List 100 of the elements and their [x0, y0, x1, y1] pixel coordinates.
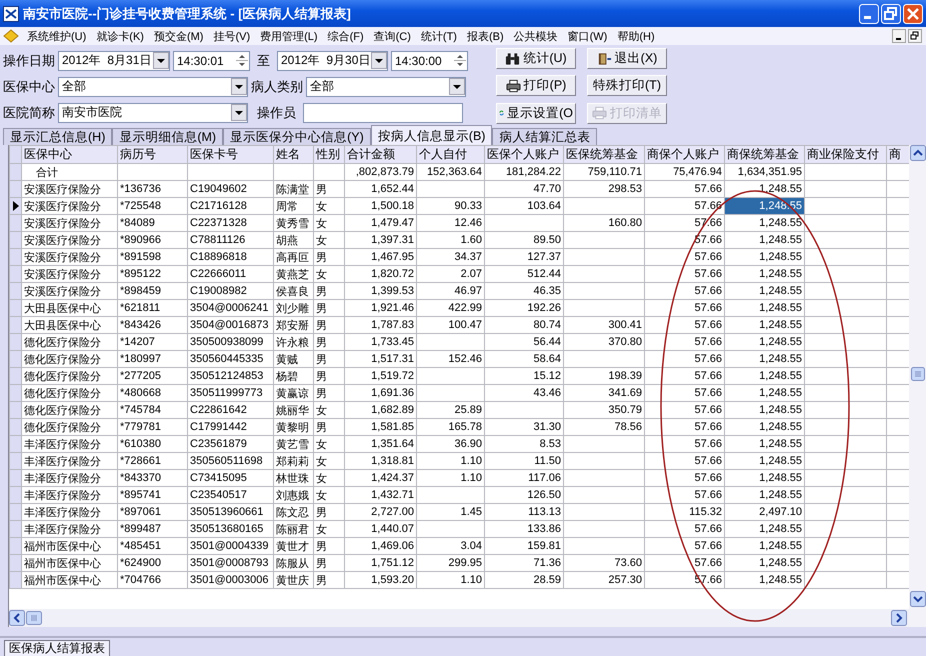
- scrollbar-thumb[interactable]: [26, 611, 42, 625]
- column-header[interactable]: 性别: [314, 146, 344, 164]
- menu-item[interactable]: 费用管理(L): [255, 28, 323, 44]
- table-cell: 1,921.46: [344, 300, 416, 316]
- table-cell: 57.66: [644, 554, 724, 572]
- spinner-icon[interactable]: [453, 52, 467, 69]
- restore-button[interactable]: [908, 29, 922, 43]
- table-cell: 陈服从: [274, 554, 314, 572]
- minimize-button[interactable]: [892, 29, 906, 43]
- date-picker[interactable]: 2012年 9月30日: [277, 50, 388, 70]
- input-field[interactable]: [303, 102, 463, 122]
- table-cell: 男: [314, 368, 344, 384]
- table-cell: 1,517.31: [344, 350, 416, 368]
- table-cell: 1,733.45: [344, 334, 416, 350]
- table-cell: 57.66: [644, 232, 724, 248]
- menu-item[interactable]: 系统维护(U): [22, 28, 92, 44]
- menu-item[interactable]: 公共模块: [508, 28, 563, 44]
- toolbar-button[interactable]: 打印(P): [496, 75, 576, 96]
- table-cell: 男: [314, 418, 344, 436]
- table-cell: *895122: [118, 266, 188, 282]
- field-label: 操作员: [257, 104, 296, 122]
- table-cell: *779781: [118, 418, 188, 436]
- column-header[interactable]: 合计金额: [344, 146, 416, 164]
- table-cell: 257.30: [564, 572, 644, 588]
- tab[interactable]: 病人结算汇总表: [492, 128, 598, 145]
- column-header[interactable]: 医保中心: [22, 146, 118, 164]
- menu-item[interactable]: 就诊卡(K): [91, 28, 149, 44]
- spinner-icon[interactable]: [235, 52, 249, 69]
- table-cell: 1,248.55: [724, 436, 804, 452]
- table-cell: 57.66: [644, 418, 724, 436]
- column-header[interactable]: 病历号: [118, 146, 188, 164]
- table-cell: C21716128: [188, 198, 274, 214]
- dropdown-field[interactable]: 全部: [58, 76, 248, 96]
- table-cell: 100.47: [416, 316, 484, 334]
- toolbar-button[interactable]: 显示设置(O: [496, 102, 576, 124]
- table-cell: 杨碧: [274, 368, 314, 384]
- window-tab[interactable]: 医保病人结算报表: [4, 640, 110, 656]
- printer-icon: [506, 78, 521, 93]
- toolbar-button[interactable]: 退出(X): [587, 48, 667, 69]
- table-cell: 黄世庆: [274, 572, 314, 588]
- column-header[interactable]: 商业保险支付: [804, 146, 886, 164]
- tab[interactable]: 显示明细信息(M): [112, 128, 224, 145]
- tab[interactable]: 显示医保分中心信息(Y): [223, 128, 371, 145]
- table-cell: 1,248.55: [724, 402, 804, 418]
- scroll-up-icon[interactable]: [910, 145, 926, 161]
- table-cell: 2,727.00: [344, 504, 416, 520]
- column-header[interactable]: 个人自付: [416, 146, 484, 164]
- table-cell: 男: [314, 572, 344, 588]
- menu-item[interactable]: 综合(F): [322, 28, 369, 44]
- table-cell: 370.80: [564, 334, 644, 350]
- column-header[interactable]: 医保个人账户: [484, 146, 564, 164]
- scroll-down-icon[interactable]: [910, 591, 926, 607]
- table-cell: 57.66: [644, 282, 724, 300]
- tab[interactable]: 按病人信息显示(B): [370, 125, 492, 145]
- scroll-right-icon[interactable]: [891, 610, 907, 626]
- table-cell: C22861642: [188, 402, 274, 418]
- table-cell: 113.13: [484, 504, 564, 520]
- table-cell: 1,751.12: [344, 554, 416, 572]
- toolbar-button[interactable]: 特殊打印(T): [587, 75, 667, 96]
- menu-item[interactable]: 统计(T): [416, 28, 462, 44]
- table-cell: 大田县医保中心: [22, 300, 118, 316]
- toolbar-button[interactable]: 统计(U): [496, 48, 576, 69]
- table-cell: 36.90: [416, 436, 484, 452]
- time-field[interactable]: 14:30:00: [391, 50, 468, 70]
- column-header[interactable]: 医保卡号: [188, 146, 274, 164]
- date-picker[interactable]: 2012年 8月31日: [58, 50, 170, 70]
- table-cell: *891598: [118, 248, 188, 266]
- table-cell: 1,248.55: [724, 282, 804, 300]
- column-header[interactable]: 医保统筹基金: [564, 146, 644, 164]
- field-label: 医院简称: [3, 104, 55, 122]
- column-header[interactable]: 商保统筹基金: [724, 146, 804, 164]
- menu-item[interactable]: 预交金(M): [148, 28, 208, 44]
- column-header[interactable]: 商保个人账户: [644, 146, 724, 164]
- row-header[interactable]: [10, 198, 22, 214]
- table-cell: 刘少雕: [274, 300, 314, 316]
- table-cell: 31.30: [484, 418, 564, 436]
- table-cell: 1,248.55: [724, 486, 804, 504]
- table-cell: 安溪医疗保险分: [22, 282, 118, 300]
- table-cell: 德化医疗保险分: [22, 368, 118, 384]
- table-cell: 152,363.64: [416, 164, 484, 180]
- table-cell: 57.66: [644, 470, 724, 486]
- close-button[interactable]: [903, 4, 923, 24]
- table-cell: 男: [314, 316, 344, 334]
- menu-item[interactable]: 报表(B): [462, 28, 509, 44]
- time-field[interactable]: 14:30:01: [173, 50, 250, 70]
- menu-item[interactable]: 窗口(W): [562, 28, 612, 44]
- menu-item[interactable]: 挂号(V): [208, 28, 256, 44]
- column-header[interactable]: 商: [886, 146, 910, 164]
- dropdown-field[interactable]: 南安市医院: [58, 102, 248, 122]
- table-cell: 198.39: [564, 368, 644, 384]
- dropdown-field[interactable]: 全部: [306, 76, 466, 96]
- menu-item[interactable]: 帮助(H): [612, 28, 660, 44]
- scroll-left-icon[interactable]: [9, 610, 25, 626]
- menu-item[interactable]: 查询(C): [368, 28, 416, 44]
- scrollbar-thumb[interactable]: [910, 367, 924, 381]
- table-cell: *704766: [118, 572, 188, 588]
- table-cell: 127.37: [484, 248, 564, 266]
- tab[interactable]: 显示汇总信息(H): [3, 128, 112, 145]
- table-cell: 350513960661: [188, 504, 274, 520]
- column-header[interactable]: 姓名: [274, 146, 314, 164]
